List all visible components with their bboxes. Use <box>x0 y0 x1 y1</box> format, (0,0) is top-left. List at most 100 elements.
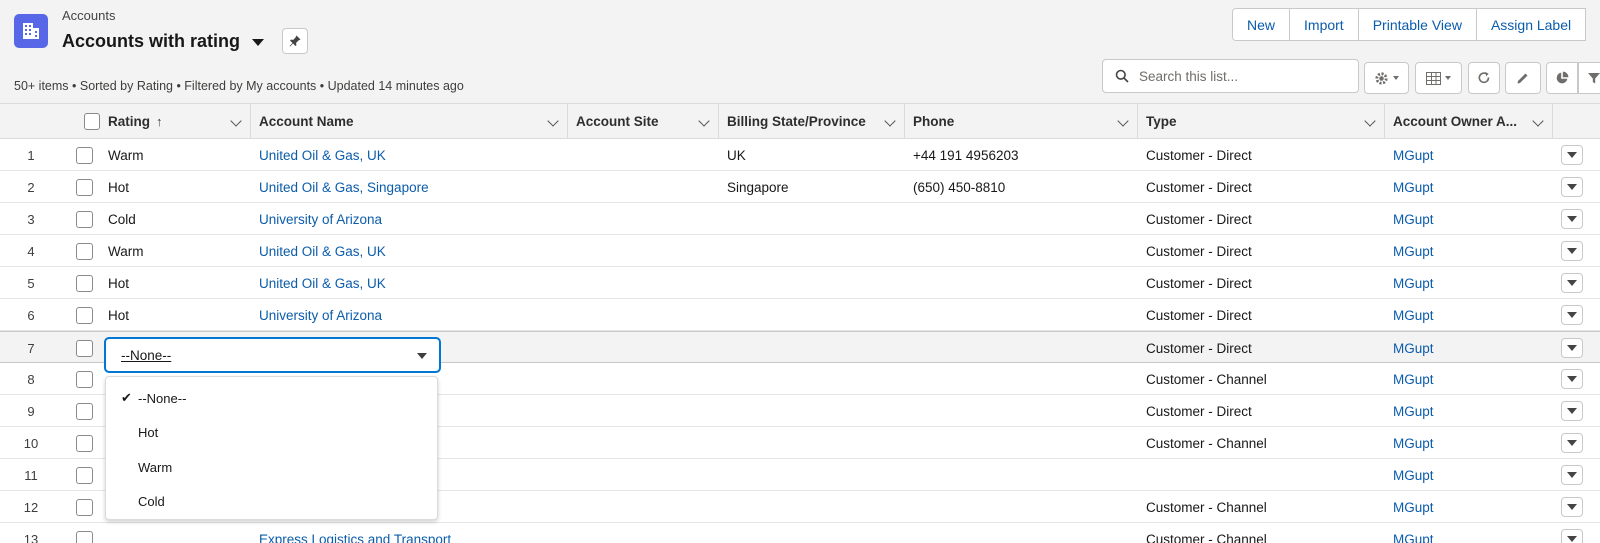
chevron-down-icon <box>1567 216 1577 222</box>
cell-account-site <box>576 363 716 395</box>
cell-account-name[interactable]: Express Logistics and Transport <box>259 523 559 543</box>
chevron-down-icon[interactable] <box>1532 115 1544 127</box>
column-header-account-name[interactable]: Account Name <box>251 104 568 139</box>
row-actions-button[interactable] <box>1561 145 1583 165</box>
column-header-rating[interactable]: Rating ↑ <box>100 104 251 139</box>
row-checkbox[interactable] <box>76 242 93 260</box>
cell-phone <box>913 332 1133 364</box>
cell-account-owner[interactable]: MGupt <box>1393 235 1548 267</box>
cell-phone <box>913 235 1133 267</box>
rating-picklist-input[interactable]: --None-- <box>105 338 440 372</box>
pencil-icon <box>1517 73 1528 84</box>
cell-billing-state <box>727 395 902 427</box>
refresh-button[interactable] <box>1468 62 1500 94</box>
column-header-account-site[interactable]: Account Site <box>568 104 719 139</box>
row-checkbox[interactable] <box>76 530 93 543</box>
select-all-checkbox[interactable] <box>84 113 100 130</box>
cell-account-owner[interactable]: MGupt <box>1393 332 1548 364</box>
cell-account-name[interactable]: United Oil & Gas, UK <box>259 139 559 171</box>
row-actions-button[interactable] <box>1561 241 1583 261</box>
column-header-account-owner[interactable]: Account Owner A... <box>1385 104 1553 139</box>
charts-button[interactable] <box>1546 62 1578 94</box>
picklist-option-none[interactable]: ✔ --None-- <box>106 381 437 416</box>
cell-billing-state <box>727 267 902 299</box>
row-checkbox[interactable] <box>76 178 93 196</box>
cell-account-name[interactable]: United Oil & Gas, Singapore <box>259 171 559 203</box>
accounts-object-icon <box>14 14 48 48</box>
row-actions-button[interactable] <box>1561 338 1583 358</box>
row-actions-button[interactable] <box>1561 433 1583 453</box>
cell-account-owner[interactable]: MGupt <box>1393 139 1548 171</box>
cell-phone <box>913 203 1133 235</box>
cell-account-owner[interactable]: MGupt <box>1393 395 1548 427</box>
row-actions-button[interactable] <box>1561 401 1583 421</box>
chevron-down-icon <box>1567 376 1577 382</box>
row-checkbox[interactable] <box>76 434 93 452</box>
picklist-option-cold[interactable]: Cold <box>106 485 437 520</box>
cell-account-owner[interactable]: MGupt <box>1393 203 1548 235</box>
row-checkbox[interactable] <box>76 402 93 420</box>
row-actions-button[interactable] <box>1561 209 1583 229</box>
row-checkbox[interactable] <box>76 498 93 516</box>
cell-account-owner[interactable]: MGupt <box>1393 171 1548 203</box>
new-button[interactable]: New <box>1233 9 1291 40</box>
picklist-option-hot[interactable]: Hot <box>106 416 437 451</box>
cell-account-owner[interactable]: MGupt <box>1393 459 1548 491</box>
assign-label-button[interactable]: Assign Label <box>1476 9 1587 40</box>
row-checkbox[interactable] <box>76 370 93 388</box>
chevron-down-icon[interactable] <box>884 115 896 127</box>
column-header-type[interactable]: Type <box>1138 104 1385 139</box>
chevron-down-icon[interactable] <box>1117 115 1129 127</box>
cell-account-name[interactable]: University of Arizona <box>259 299 559 331</box>
column-header-billing-state[interactable]: Billing State/Province <box>719 104 905 139</box>
rating-picklist-dropdown: ✔ --None-- Hot Warm Cold <box>105 376 438 520</box>
column-header-phone[interactable]: Phone <box>905 104 1138 139</box>
row-actions-button[interactable] <box>1561 273 1583 293</box>
row-number: 9 <box>27 403 35 419</box>
search-input[interactable] <box>1139 68 1339 84</box>
filters-button[interactable] <box>1578 62 1600 94</box>
row-checkbox[interactable] <box>76 466 93 484</box>
pin-list-view-button[interactable] <box>282 28 309 54</box>
cell-account-owner[interactable]: MGupt <box>1393 523 1548 543</box>
row-actions-button[interactable] <box>1561 529 1583 543</box>
row-actions-button[interactable] <box>1561 465 1583 485</box>
cell-type: Customer - Direct <box>1146 211 1252 227</box>
row-checkbox[interactable] <box>76 146 93 164</box>
display-as-button[interactable] <box>1415 62 1462 94</box>
import-button[interactable]: Import <box>1290 9 1359 40</box>
cell-account-site <box>576 427 716 459</box>
cell-billing-state <box>727 427 902 459</box>
row-actions-button[interactable] <box>1561 497 1583 517</box>
row-actions-button[interactable] <box>1561 305 1583 325</box>
cell-account-owner[interactable]: MGupt <box>1393 491 1548 523</box>
picklist-option-warm[interactable]: Warm <box>106 450 437 485</box>
search-box[interactable] <box>1102 59 1359 93</box>
chevron-down-icon[interactable] <box>547 115 559 127</box>
row-checkbox[interactable] <box>76 210 93 228</box>
cell-account-owner[interactable]: MGupt <box>1393 363 1548 395</box>
title-row: Accounts with rating <box>62 28 309 54</box>
chevron-down-icon[interactable] <box>698 115 710 127</box>
row-actions-button[interactable] <box>1561 177 1583 197</box>
row-actions-button[interactable] <box>1561 369 1583 389</box>
row-checkbox[interactable] <box>76 339 93 357</box>
cell-type: Customer - Channel <box>1146 531 1267 543</box>
chevron-down-icon[interactable] <box>230 115 242 127</box>
row-number: 10 <box>23 435 39 451</box>
cell-account-owner[interactable]: MGupt <box>1393 299 1548 331</box>
cell-account-owner[interactable]: MGupt <box>1393 267 1548 299</box>
printable-view-button[interactable]: Printable View <box>1358 9 1477 40</box>
cell-account-name[interactable]: United Oil & Gas, UK <box>259 267 559 299</box>
row-checkbox[interactable] <box>76 274 93 292</box>
cell-phone <box>913 395 1133 427</box>
list-settings-button[interactable] <box>1364 62 1409 94</box>
cell-account-name[interactable]: University of Arizona <box>259 203 559 235</box>
chevron-down-icon[interactable] <box>1364 115 1376 127</box>
cell-type <box>1146 459 1381 491</box>
cell-account-owner[interactable]: MGupt <box>1393 427 1548 459</box>
cell-account-name[interactable]: United Oil & Gas, UK <box>259 235 559 267</box>
inline-edit-button[interactable] <box>1505 62 1541 94</box>
list-view-switcher-caret-icon[interactable] <box>252 38 265 46</box>
row-checkbox[interactable] <box>76 306 93 324</box>
